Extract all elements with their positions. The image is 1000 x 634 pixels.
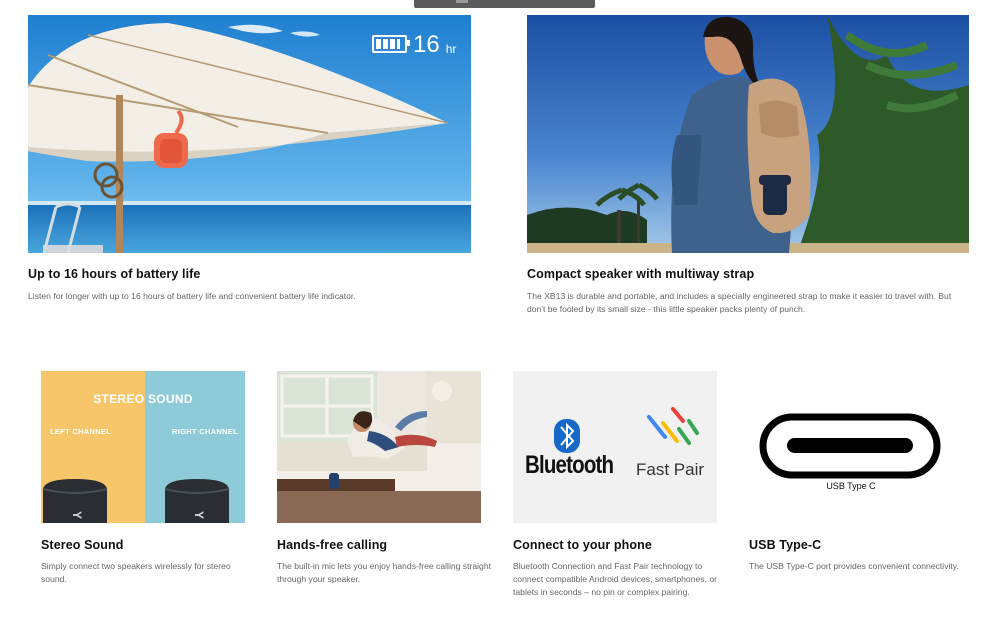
stereo-sound-title: Stereo Sound [41, 538, 124, 552]
stereo-sound-image: Y Y STEREO SOUND LEFT CHANNEL RIGHT CHAN… [41, 371, 245, 523]
bluetooth-logo-text: Bluetooth [525, 451, 614, 479]
usb-type-c-title: USB Type-C [749, 538, 822, 552]
hands-free-calling-title: Hands-free calling [277, 538, 388, 552]
left-channel-label: LEFT CHANNEL [50, 427, 112, 436]
connect-phone-description: Bluetooth Connection and Fast Pair techn… [513, 561, 717, 597]
hands-free-calling-description: The built-in mic lets you enjoy hands-fr… [277, 561, 491, 584]
usb-type-c-image: USB Type C [749, 371, 953, 523]
multiway-strap-image [527, 15, 969, 253]
top-toolbar-handle[interactable] [414, 0, 595, 8]
battery-life-title: Up to 16 hours of battery life [28, 267, 201, 281]
hands-free-calling-image [277, 371, 481, 523]
toolbar-nub [456, 0, 468, 3]
battery-hours-unit: hr [445, 42, 457, 56]
stereo-image-heading: STEREO SOUND [93, 392, 193, 406]
multiway-strap-title: Compact speaker with multiway strap [527, 267, 755, 281]
battery-life-image: 16 hr [28, 15, 471, 253]
battery-icon [372, 35, 410, 53]
fast-pair-logo-text: Fast Pair [636, 460, 705, 479]
right-channel-label: RIGHT CHANNEL [172, 427, 238, 436]
connect-phone-image: Bluetooth Fast Pair [513, 371, 717, 523]
battery-indicator: 16 hr [372, 31, 456, 59]
battery-life-description: Listen for longer with up to 16 hours of… [28, 291, 356, 301]
svg-text:Y: Y [70, 511, 84, 519]
usb-type-c-label: USB Type C [826, 481, 876, 491]
battery-hours-value: 16 [413, 31, 440, 58]
stereo-sound-description: Simply connect two speakers wirelessly f… [41, 561, 231, 584]
svg-text:Y: Y [192, 511, 206, 519]
connect-phone-title: Connect to your phone [513, 538, 652, 552]
multiway-strap-description: The XB13 is durable and portable, and in… [527, 291, 952, 314]
usb-type-c-description: The USB Type-C port provides convenient … [749, 561, 959, 571]
